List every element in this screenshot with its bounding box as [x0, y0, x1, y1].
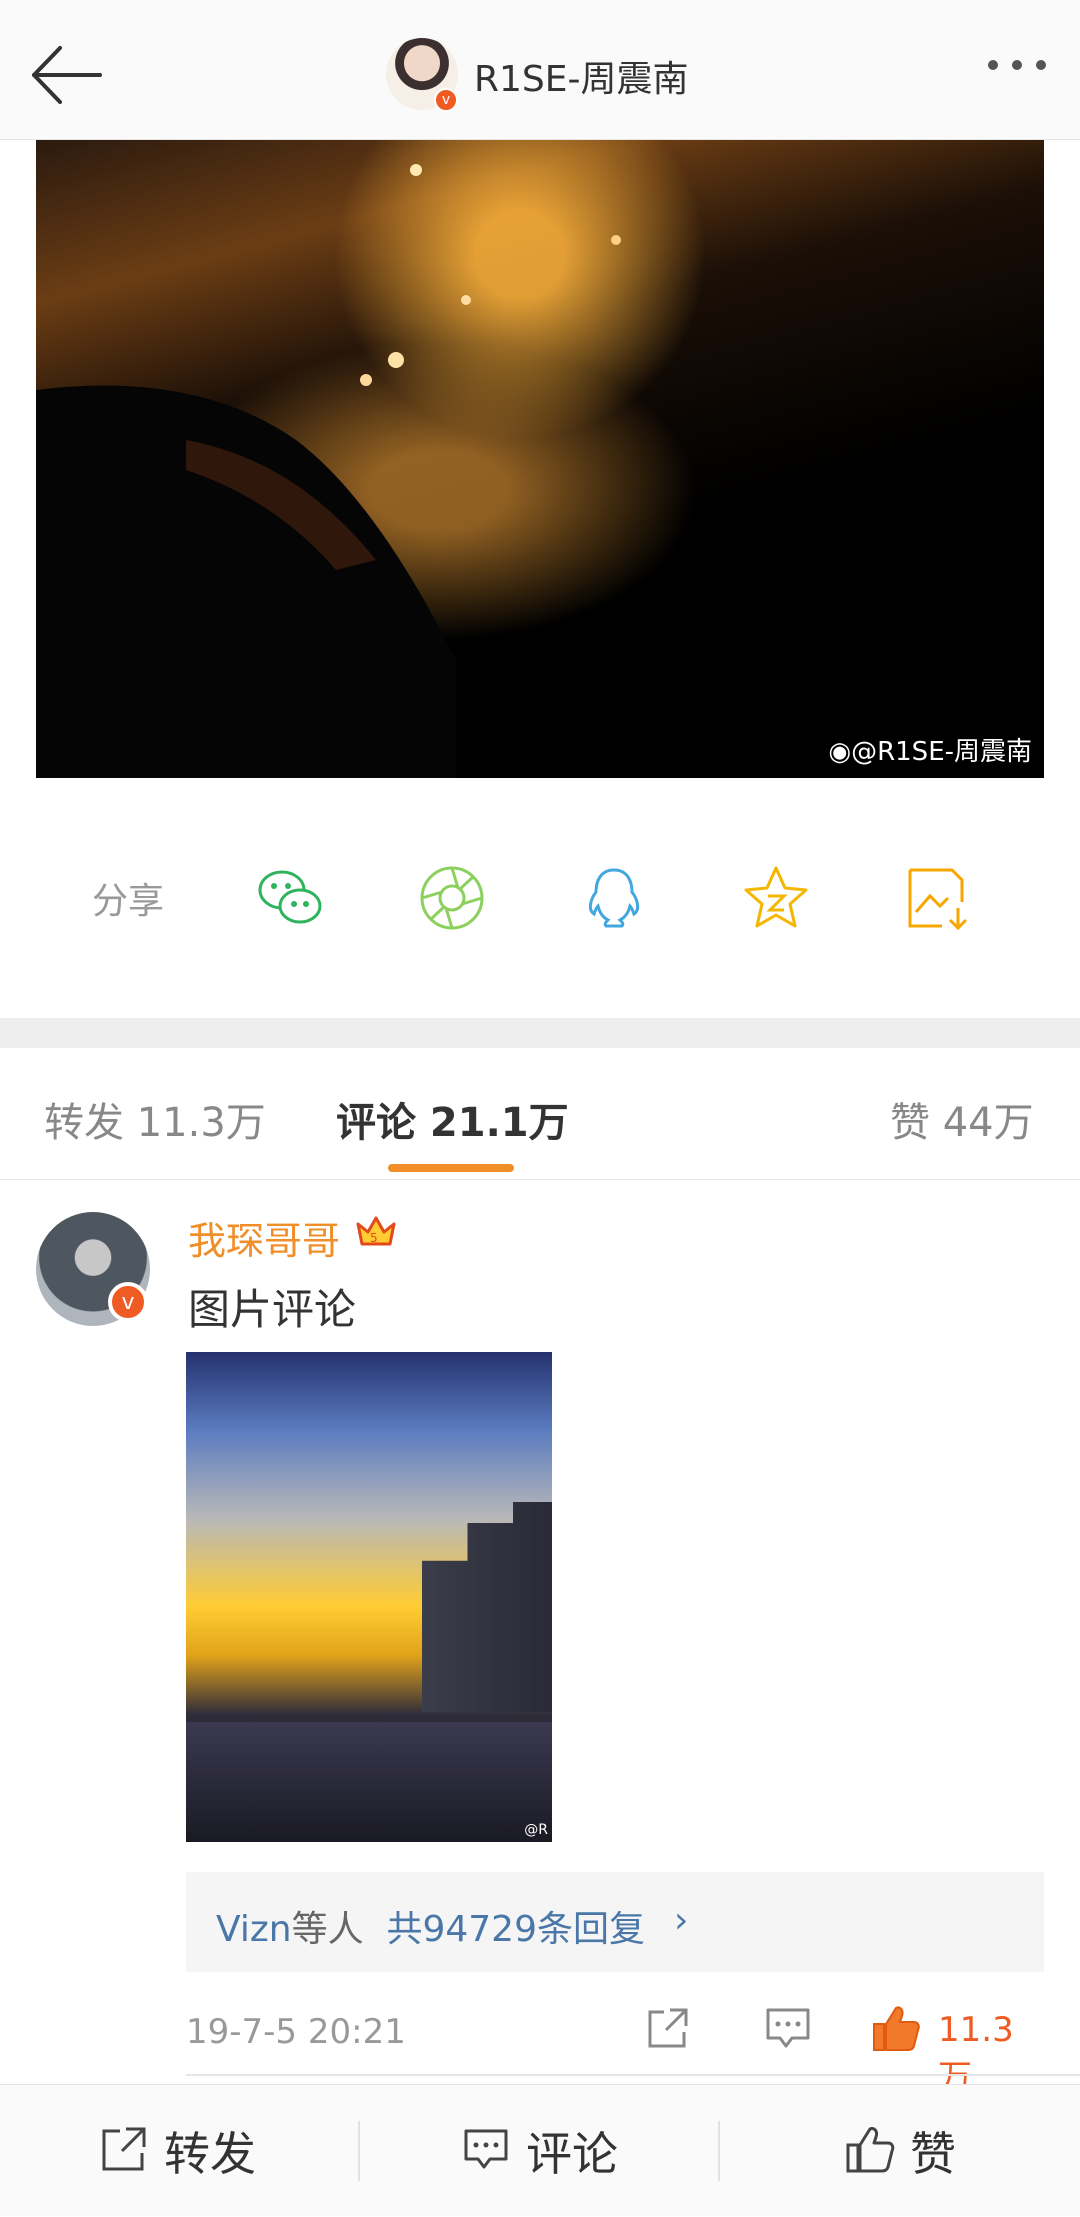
tab-repost[interactable]: 转发 11.3万 — [44, 1090, 266, 1148]
favorite-star-icon[interactable] — [740, 862, 812, 934]
comment-meta: 19-7-5 20:21 11.3万 — [186, 2002, 1044, 2098]
tab-bar: 转发 11.3万 评论 21.1万 赞 44万 — [0, 1048, 1080, 1180]
active-tab-indicator — [388, 1164, 514, 1172]
repost-button[interactable]: 转发 — [98, 2085, 256, 2217]
verified-badge-icon: v — [434, 88, 458, 112]
bottom-action-bar: 转发 评论 赞 — [0, 2084, 1080, 2216]
top-bar: v R1SE-周震南 — [0, 0, 1080, 140]
more-options-icon[interactable] — [988, 60, 1046, 70]
thumbs-up-liked-icon[interactable] — [870, 2002, 922, 2054]
share-label: 分享 — [92, 881, 165, 922]
thumbs-up-icon — [844, 2123, 896, 2179]
comment-icon[interactable] — [762, 2002, 814, 2054]
vip-crown-icon: 5 — [354, 1210, 398, 1254]
back-arrow-icon[interactable] — [28, 40, 108, 110]
commenter-username[interactable]: 我琛哥哥 — [188, 1210, 340, 1265]
weibo-logo-icon: ◉ — [828, 737, 852, 767]
repost-label: 转发 — [164, 2127, 256, 2181]
replies-preview[interactable]: Vizn等人 共94729条回复 › — [186, 1872, 1044, 1972]
comment-text: 图片评论 — [188, 1285, 357, 1334]
share-out-icon[interactable] — [642, 2002, 694, 2054]
comment-icon — [460, 2123, 512, 2179]
comment-image[interactable]: @R — [186, 1352, 552, 1842]
wechat-icon[interactable] — [254, 862, 326, 934]
page-title: R1SE-周震南 — [474, 59, 689, 100]
comment-time: 19-7-5 20:21 — [186, 2012, 406, 2052]
chevron-right-icon: › — [674, 1900, 689, 1941]
total-replies-link[interactable]: 共94729条回复 — [386, 1909, 645, 1950]
divider — [718, 2121, 720, 2181]
reply-user-link[interactable]: Vizn — [216, 1909, 292, 1950]
comment-divider — [186, 2074, 1080, 2076]
comment-image-watermark: @R — [524, 1822, 548, 1838]
verified-badge-icon: v — [108, 1282, 148, 1322]
qq-icon[interactable] — [578, 862, 650, 934]
section-divider — [0, 1018, 1080, 1048]
comment-button[interactable]: 评论 — [460, 2085, 618, 2217]
like-button[interactable]: 赞 — [844, 2085, 956, 2217]
repost-icon — [98, 2123, 150, 2179]
tab-likes[interactable]: 赞 44万 — [890, 1090, 1034, 1148]
replies-text: Vizn等人 共94729条回复 — [216, 1909, 645, 1950]
like-label: 赞 — [910, 2127, 956, 2181]
comment-label: 评论 — [526, 2127, 618, 2181]
comment-item: v 我琛哥哥 5 图片评论 @R Vizn等人 共94729条回复 › 19-7… — [0, 1180, 1080, 2098]
share-row: 分享 — [0, 842, 1080, 952]
divider — [358, 2121, 360, 2181]
tab-comments[interactable]: 评论 21.1万 — [336, 1090, 569, 1148]
svg-text:5: 5 — [370, 1231, 378, 1245]
image-watermark: ◉@R1SE-周震南 — [828, 737, 1032, 767]
save-image-icon[interactable] — [902, 862, 974, 934]
moments-icon[interactable] — [416, 862, 488, 934]
post-image[interactable]: ◉@R1SE-周震南 — [36, 140, 1044, 778]
